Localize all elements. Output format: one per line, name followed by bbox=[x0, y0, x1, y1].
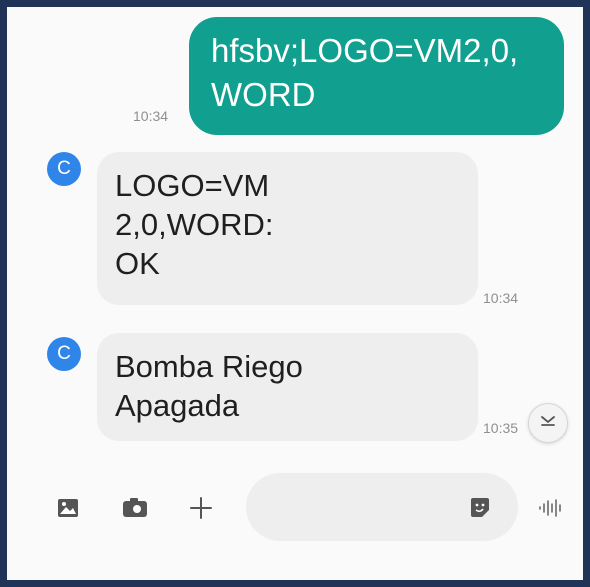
sticker-icon[interactable] bbox=[467, 495, 493, 521]
plus-icon[interactable] bbox=[188, 495, 214, 521]
chevron-down-icon bbox=[539, 414, 557, 433]
message-time: 10:35 bbox=[483, 420, 519, 436]
camera-icon[interactable] bbox=[120, 495, 150, 521]
message-time: 10:34 bbox=[483, 290, 519, 306]
outgoing-message-bubble[interactable]: hfsbv;LOGO=VM2,0, WORD bbox=[189, 17, 564, 135]
message-time: 10:34 bbox=[133, 108, 169, 124]
message-text-line: LOGO=VM bbox=[115, 168, 270, 203]
incoming-message-bubble[interactable]: LOGO=VM 2,0,WORD: OK bbox=[97, 152, 478, 305]
message-text-line: Apagada bbox=[115, 388, 240, 423]
contact-avatar[interactable]: C bbox=[47, 337, 81, 371]
message-text-line: Bomba Riego bbox=[115, 349, 303, 384]
message-text-line: 2,0,WORD: bbox=[115, 207, 274, 242]
contact-avatar[interactable]: C bbox=[47, 152, 81, 186]
message-text-line: WORD bbox=[211, 76, 316, 113]
message-text-line: OK bbox=[115, 246, 160, 281]
message-text-line: hfsbv;LOGO=VM2,0, bbox=[211, 32, 519, 69]
voice-icon[interactable] bbox=[537, 495, 565, 521]
incoming-message-bubble[interactable]: Bomba Riego Apagada bbox=[97, 333, 478, 441]
scroll-to-bottom-button[interactable] bbox=[528, 403, 568, 443]
conversation-view: 10:34 hfsbv;LOGO=VM2,0, WORD C LOGO=VM 2… bbox=[7, 7, 583, 580]
gallery-icon[interactable] bbox=[55, 495, 81, 521]
